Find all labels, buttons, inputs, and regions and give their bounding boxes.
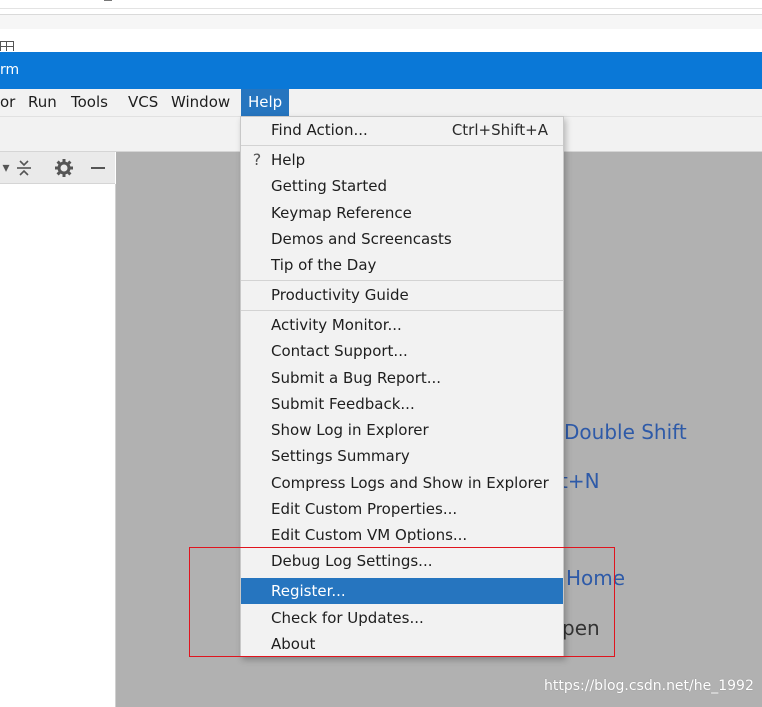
gear-icon[interactable]	[54, 158, 74, 178]
menu-item-getting-started[interactable]: Getting Started	[241, 173, 563, 199]
menu-item-keymap-reference[interactable]: Keymap Reference	[241, 200, 563, 226]
menu-separator	[241, 310, 563, 311]
menu-item-show-log[interactable]: Show Log in Explorer	[241, 417, 563, 443]
hint-search-everywhere: Double Shift	[564, 420, 687, 444]
window-icon	[0, 41, 14, 51]
watermark: https://blog.csdn.net/he_1992	[544, 678, 754, 694]
menu-item-compress-logs[interactable]: Compress Logs and Show in Explorer	[241, 470, 563, 496]
project-panel	[0, 184, 116, 707]
menu-navigate[interactable]: or	[0, 89, 22, 116]
menu-item-submit-bug-report[interactable]: Submit a Bug Report...	[241, 365, 563, 391]
minimize-icon[interactable]	[88, 158, 108, 178]
menu-bar: or Run Tools VCS Window Help	[0, 89, 762, 116]
menu-item-tip-of-the-day[interactable]: Tip of the Day	[241, 252, 563, 278]
menu-item-debug-log-settings[interactable]: Debug Log Settings...	[241, 548, 563, 574]
divider	[0, 8, 762, 9]
menu-item-demos-screencasts[interactable]: Demos and Screencasts	[241, 226, 563, 252]
menu-window[interactable]: Window	[164, 89, 237, 116]
menu-item-help[interactable]: ? Help	[241, 147, 563, 173]
menu-item-about[interactable]: About	[241, 631, 563, 657]
menu-item-settings-summary[interactable]: Settings Summary	[241, 443, 563, 469]
project-panel-header: ▾	[0, 152, 115, 184]
menu-item-submit-feedback[interactable]: Submit Feedback...	[241, 391, 563, 417]
menu-run[interactable]: Run	[21, 89, 64, 116]
menu-tools[interactable]: Tools	[64, 89, 115, 116]
help-menu-dropdown: Find Action... Ctrl+Shift+A ? Help Getti…	[240, 116, 564, 657]
shortcut-label: Ctrl+Shift+A	[451, 121, 548, 139]
menu-item-register[interactable]: Register...	[241, 578, 563, 604]
menu-separator	[241, 280, 563, 281]
divider	[104, 0, 112, 1]
menu-item-label: Find Action...	[271, 121, 368, 139]
menu-item-edit-custom-vm-options[interactable]: Edit Custom VM Options...	[241, 522, 563, 548]
hint-open: pen	[562, 616, 600, 640]
menu-separator	[241, 145, 563, 146]
menu-item-edit-custom-properties[interactable]: Edit Custom Properties...	[241, 496, 563, 522]
menu-item-contact-support[interactable]: Contact Support...	[241, 338, 563, 364]
hint-new-file: t+N	[560, 469, 600, 493]
menu-item-find-action[interactable]: Find Action... Ctrl+Shift+A	[241, 117, 563, 143]
menu-item-label: Help	[271, 151, 306, 169]
menu-item-productivity-guide[interactable]: Productivity Guide	[241, 282, 563, 308]
title-bar: rm	[0, 52, 762, 89]
menu-help[interactable]: Help	[241, 89, 290, 116]
window-title: rm	[0, 62, 20, 78]
collapse-all-icon[interactable]	[14, 158, 34, 178]
menu-item-activity-monitor[interactable]: Activity Monitor...	[241, 312, 563, 338]
menu-vcs[interactable]: VCS	[121, 89, 165, 116]
menu-item-check-for-updates[interactable]: Check for Updates...	[241, 605, 563, 631]
question-mark-icon: ?	[252, 150, 262, 169]
hint-navigation-bar: Home	[566, 566, 626, 590]
browser-top-strip	[0, 0, 762, 51]
divider	[0, 14, 762, 15]
browser-band	[0, 15, 762, 29]
